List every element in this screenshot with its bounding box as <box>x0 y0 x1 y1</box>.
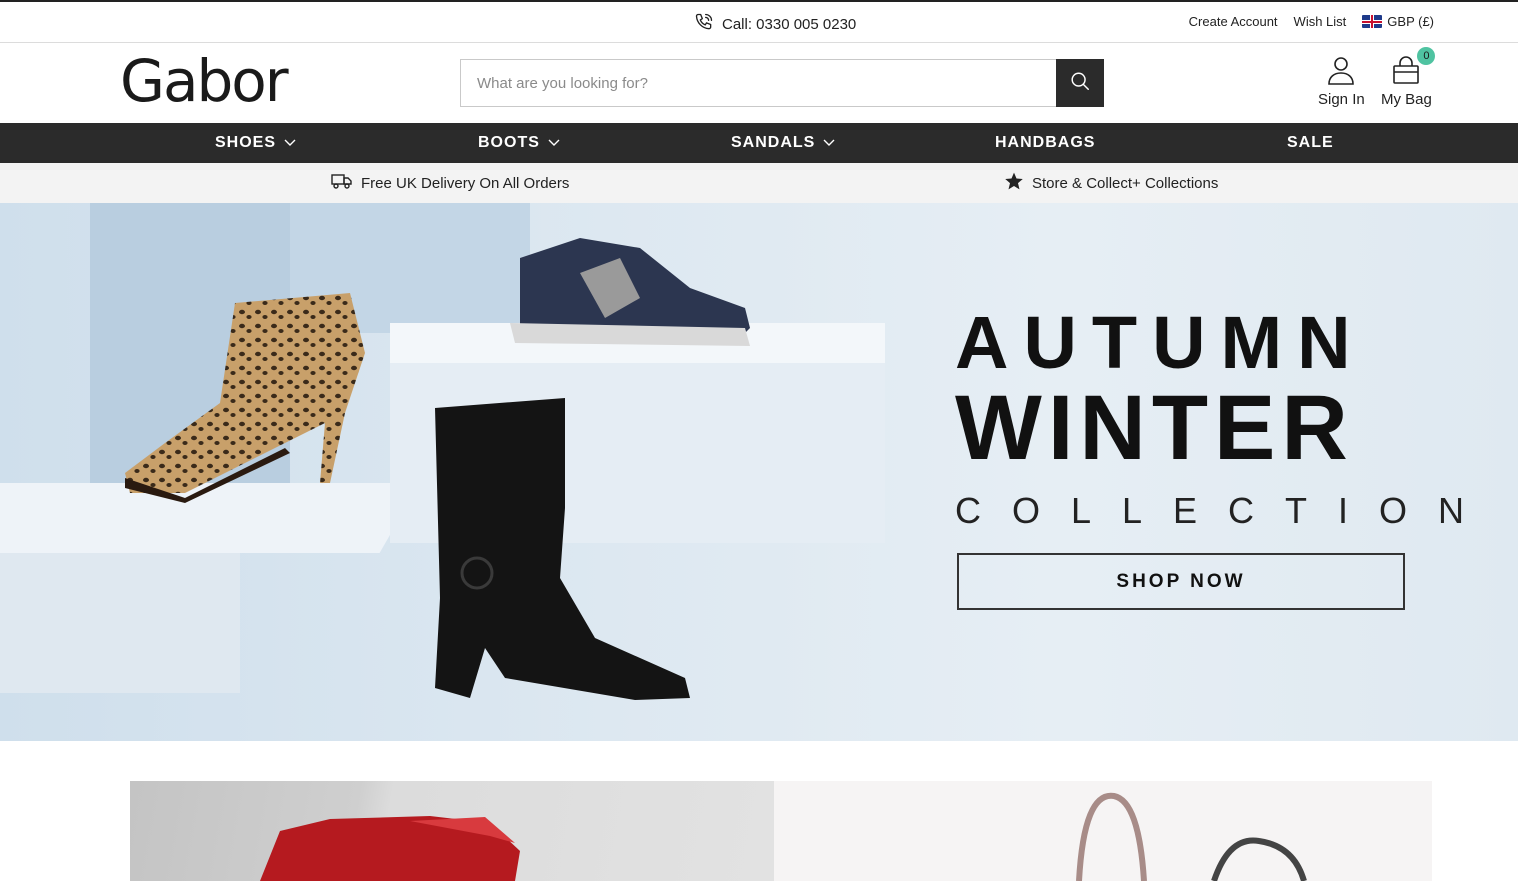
promo-tile-red-shoe[interactable] <box>130 781 774 881</box>
nav-label: SALE <box>1287 134 1334 151</box>
nav-label: SHOES <box>215 134 277 151</box>
nav-item-sandals[interactable]: SANDALS <box>731 123 835 163</box>
bag-count-badge: 0 <box>1417 47 1436 65</box>
site-header: Gabor Sign In <box>0 43 1518 123</box>
chevron-down-icon <box>823 134 835 152</box>
leopard-boot-image <box>125 293 370 503</box>
create-account-link[interactable]: Create Account <box>1189 14 1278 29</box>
currency-selector[interactable]: GBP (£) <box>1362 14 1434 29</box>
gabor-logo[interactable]: Gabor <box>120 47 289 115</box>
main-navigation: SHOES BOOTS SANDALS HANDBAGS SALE <box>0 123 1518 163</box>
sign-in-button[interactable]: Sign In <box>1318 55 1365 108</box>
hero-line-autumn: AUTUMN <box>955 301 1366 384</box>
bag-icon-wrap: 0 <box>1391 47 1436 89</box>
phone-label: Call: 0330 005 0230 <box>722 15 857 33</box>
collect-message[interactable]: Store & Collect+ Collections <box>1004 163 1218 203</box>
left-pedestal-front <box>0 553 240 693</box>
shopping-bag-icon <box>1391 56 1421 89</box>
hero-banner[interactable]: AUTUMN WINTER COLLECTION SHOP NOW <box>0 203 1518 741</box>
nav-item-handbags[interactable]: HANDBAGS <box>995 123 1095 163</box>
chevron-down-icon <box>548 134 560 152</box>
search-button[interactable] <box>1056 59 1104 107</box>
nav-label: SANDALS <box>731 134 816 151</box>
delivery-message[interactable]: Free UK Delivery On All Orders <box>331 163 569 203</box>
my-bag-button[interactable]: 0 My Bag <box>1381 47 1436 108</box>
collect-label: Store & Collect+ Collections <box>1032 174 1219 192</box>
wish-list-link[interactable]: Wish List <box>1294 14 1347 29</box>
search-bar <box>460 59 1104 107</box>
my-bag-label: My Bag <box>1381 91 1432 108</box>
shop-now-button[interactable]: SHOP NOW <box>957 553 1405 610</box>
uk-flag-icon <box>1362 15 1383 28</box>
star-icon <box>1004 171 1024 195</box>
currency-label: GBP (£) <box>1387 14 1434 29</box>
handbag-image <box>1076 792 1307 881</box>
hero-headline: AUTUMN WINTER COLLECTION <box>955 301 1496 541</box>
nav-label: BOOTS <box>478 134 540 151</box>
nav-item-sale[interactable]: SALE <box>1287 123 1334 163</box>
utility-links: Create Account Wish List GBP (£) <box>1189 14 1434 29</box>
promo-tile-handbag[interactable] <box>774 781 1432 881</box>
navy-sneaker-image <box>510 228 755 353</box>
sign-in-label: Sign In <box>1318 91 1365 108</box>
search-icon <box>1069 70 1091 97</box>
top-utility-bar: Call: 0330 005 0230 Create Account Wish … <box>0 0 1518 43</box>
chevron-down-icon <box>284 134 296 152</box>
user-icon <box>1326 55 1356 89</box>
nav-label: HANDBAGS <box>995 134 1096 151</box>
delivery-label: Free UK Delivery On All Orders <box>361 174 570 192</box>
phone-link[interactable]: Call: 0330 005 0230 <box>694 12 856 36</box>
red-shoe-image <box>260 816 520 881</box>
black-boot-image <box>425 398 695 703</box>
delivery-truck-icon <box>331 173 353 193</box>
hero-line-collection: COLLECTION <box>955 490 1496 531</box>
phone-icon <box>694 12 714 36</box>
hero-line-winter: WINTER <box>955 377 1354 479</box>
search-input[interactable] <box>460 59 1056 107</box>
info-strip: Free UK Delivery On All Orders Store & C… <box>0 163 1518 203</box>
nav-item-shoes[interactable]: SHOES <box>215 123 296 163</box>
nav-item-boots[interactable]: BOOTS <box>478 123 560 163</box>
